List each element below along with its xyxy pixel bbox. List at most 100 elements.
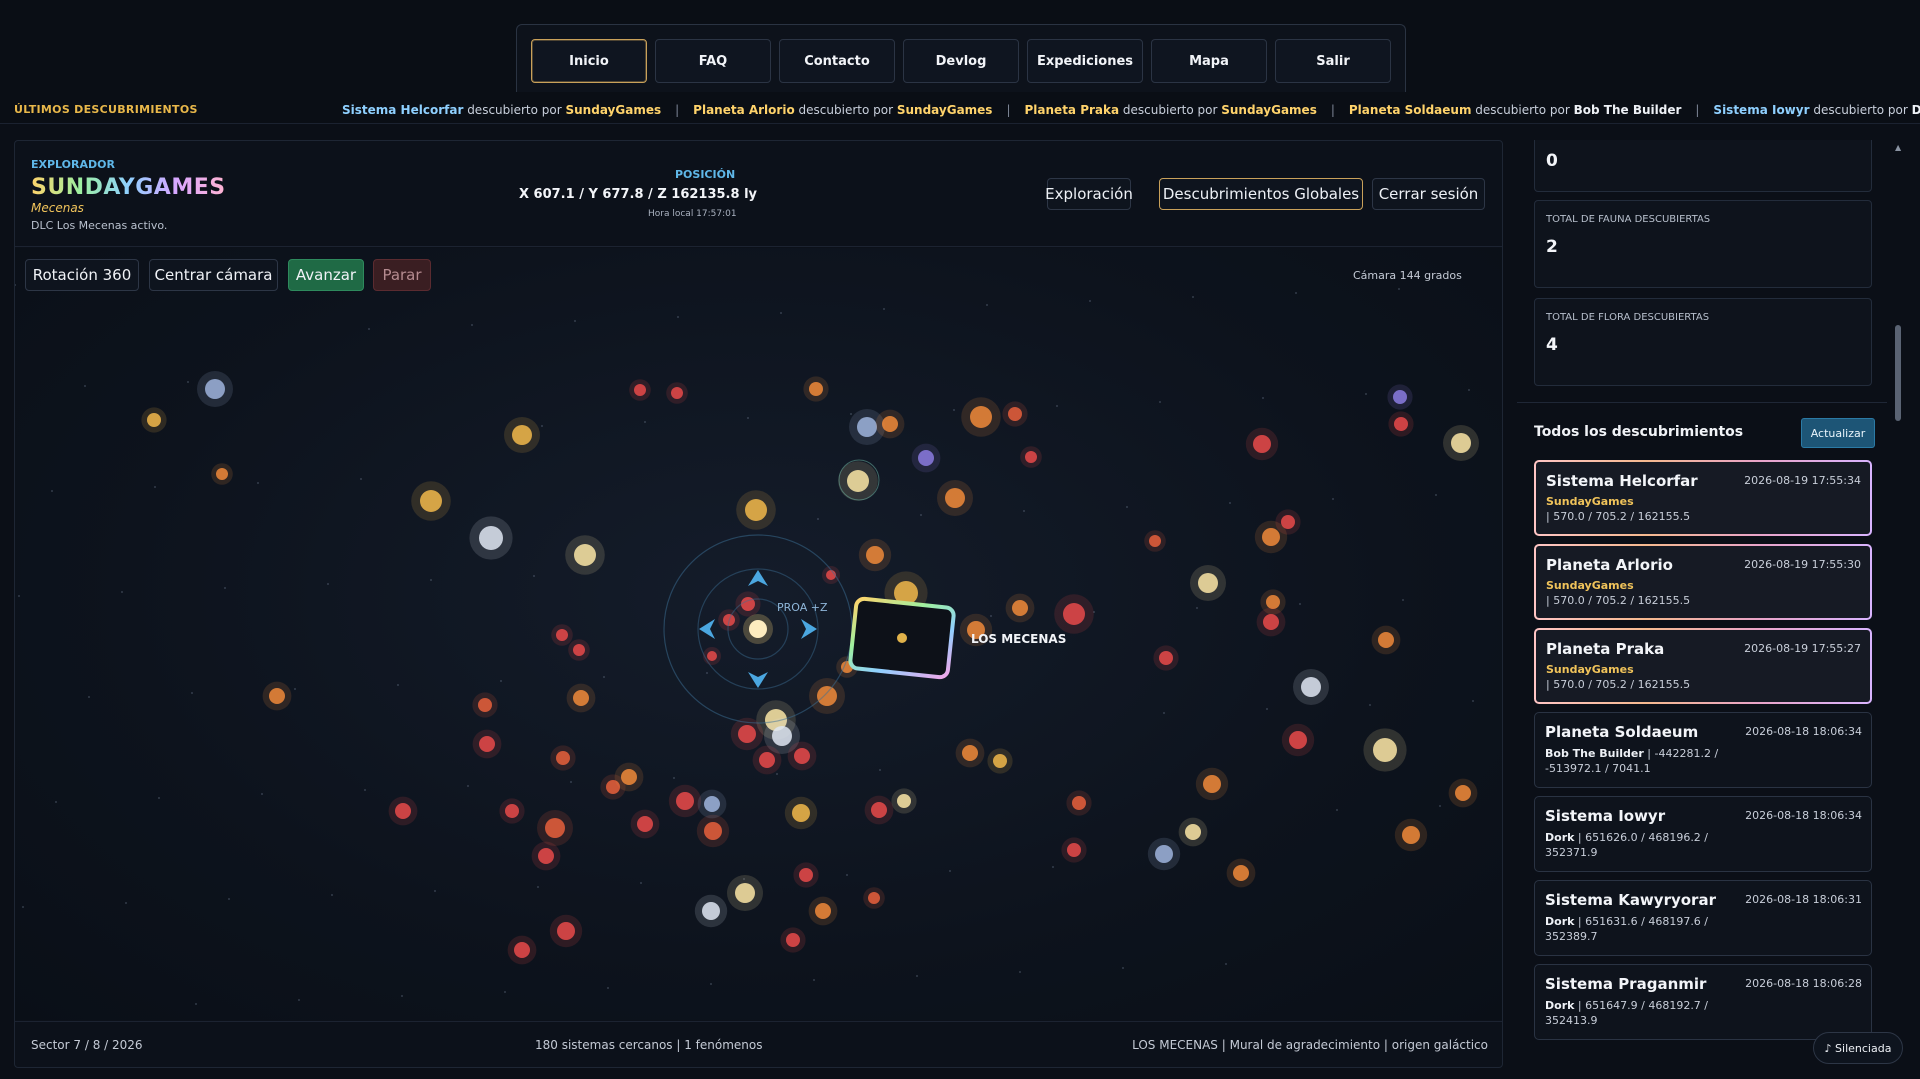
star-system[interactable] bbox=[815, 903, 831, 919]
discovery-card[interactable]: Planeta Praka 2026-08-19 17:55:27 SundayGa… bbox=[1534, 628, 1872, 704]
star-system[interactable] bbox=[704, 822, 722, 840]
nav-salir[interactable]: Salir bbox=[1275, 39, 1391, 83]
star-system[interactable] bbox=[894, 581, 918, 605]
star-system[interactable] bbox=[1233, 865, 1249, 881]
star-system[interactable] bbox=[826, 570, 836, 580]
star-system[interactable] bbox=[945, 488, 965, 508]
star-system[interactable] bbox=[1378, 632, 1394, 648]
star-system[interactable] bbox=[420, 490, 442, 512]
star-system[interactable] bbox=[759, 752, 775, 768]
global-discoveries-button[interactable]: Descubrimientos Globales bbox=[1159, 178, 1363, 210]
rotate-360-button[interactable]: Rotación 360 bbox=[25, 259, 139, 291]
discovery-card[interactable]: Sistema Kawyryorar 2026-08-18 18:06:31 Dor… bbox=[1534, 880, 1872, 956]
star-system[interactable] bbox=[1301, 677, 1321, 697]
star-system[interactable] bbox=[962, 745, 978, 761]
star-system[interactable] bbox=[671, 387, 683, 399]
star-system[interactable] bbox=[1451, 433, 1471, 453]
star-system[interactable] bbox=[993, 754, 1007, 768]
star-system[interactable] bbox=[702, 902, 720, 920]
star-system[interactable] bbox=[545, 818, 565, 838]
star-system[interactable] bbox=[1402, 826, 1420, 844]
scroll-thumb[interactable] bbox=[1895, 325, 1901, 421]
star-system[interactable] bbox=[556, 629, 568, 641]
star-system[interactable] bbox=[897, 794, 911, 808]
star-system[interactable] bbox=[479, 736, 495, 752]
star-system[interactable] bbox=[573, 690, 589, 706]
star-system[interactable] bbox=[772, 726, 792, 746]
discovery-card[interactable]: Sistema Helcorfar 2026-08-19 17:55:34 Sund… bbox=[1534, 460, 1872, 536]
star-system[interactable] bbox=[1263, 614, 1279, 630]
star-system[interactable] bbox=[1262, 528, 1280, 546]
star-system[interactable] bbox=[1008, 407, 1022, 421]
star-system[interactable] bbox=[1393, 390, 1407, 404]
star-system[interactable] bbox=[269, 688, 285, 704]
star-system[interactable] bbox=[557, 922, 575, 940]
star-system[interactable] bbox=[1159, 651, 1173, 665]
star-system[interactable] bbox=[1266, 595, 1280, 609]
star-system[interactable] bbox=[857, 417, 877, 437]
forward-button[interactable]: Avanzar bbox=[288, 259, 364, 291]
discovery-card[interactable]: Sistema Praganmir 2026-08-18 18:06:28 Dork… bbox=[1534, 964, 1872, 1040]
star-system[interactable] bbox=[621, 769, 637, 785]
star-system[interactable] bbox=[817, 686, 837, 706]
ticker-item[interactable]: Sistema Iowyr descubierto por Dork bbox=[1713, 103, 1920, 117]
mute-button[interactable]: ♪ Silenciada bbox=[1813, 1032, 1903, 1064]
star-system[interactable] bbox=[512, 425, 532, 445]
discovery-card[interactable]: Planeta Arlorio 2026-08-19 17:55:30 Sunday… bbox=[1534, 544, 1872, 620]
discovery-card[interactable]: Sistema Iowyr 2026-08-18 18:06:34 Dork | 6… bbox=[1534, 796, 1872, 872]
nav-faq[interactable]: FAQ bbox=[655, 39, 771, 83]
star-system[interactable] bbox=[809, 382, 823, 396]
star-system[interactable] bbox=[886, 621, 902, 637]
star-system[interactable] bbox=[738, 725, 756, 743]
star-system[interactable] bbox=[1067, 843, 1081, 857]
refresh-button[interactable]: Actualizar bbox=[1801, 418, 1875, 448]
nav-devlog[interactable]: Devlog bbox=[903, 39, 1019, 83]
star-system[interactable] bbox=[1012, 600, 1028, 616]
sidebar-scrollbar[interactable]: ▲ bbox=[1893, 140, 1903, 1079]
star-system[interactable] bbox=[1185, 824, 1201, 840]
star-system[interactable] bbox=[1289, 731, 1307, 749]
nav-mapa[interactable]: Mapa bbox=[1151, 39, 1267, 83]
star-system[interactable] bbox=[1198, 573, 1218, 593]
star-system[interactable] bbox=[538, 848, 554, 864]
star-system[interactable] bbox=[735, 883, 755, 903]
star-system[interactable] bbox=[573, 644, 585, 656]
stop-button[interactable]: Parar bbox=[373, 259, 431, 291]
star-system[interactable] bbox=[479, 526, 503, 550]
star-system[interactable] bbox=[676, 792, 694, 810]
star-system[interactable] bbox=[707, 651, 717, 661]
star-system[interactable] bbox=[505, 804, 519, 818]
star-system[interactable] bbox=[794, 748, 810, 764]
nav-contacto[interactable]: Contacto bbox=[779, 39, 895, 83]
star-system[interactable] bbox=[1155, 845, 1173, 863]
star-system[interactable] bbox=[1025, 451, 1037, 463]
star-system[interactable] bbox=[970, 406, 992, 428]
star-system[interactable] bbox=[1149, 535, 1161, 547]
star-system[interactable] bbox=[841, 661, 853, 673]
star-system[interactable] bbox=[634, 384, 646, 396]
star-map[interactable]: Rotación 360 Centrar cámara Avanzar Para… bbox=[15, 248, 1502, 1020]
logout-button[interactable]: Cerrar sesión bbox=[1372, 178, 1485, 210]
ticker-item[interactable]: Planeta Arlorio descubierto por SundayGa… bbox=[693, 103, 992, 117]
star-system[interactable] bbox=[216, 468, 228, 480]
nav-expediciones[interactable]: Expediciones bbox=[1027, 39, 1143, 83]
star-system[interactable] bbox=[786, 933, 800, 947]
star-system[interactable] bbox=[574, 544, 596, 566]
star-system[interactable] bbox=[637, 816, 653, 832]
star-system[interactable] bbox=[147, 413, 161, 427]
star-system[interactable] bbox=[871, 802, 887, 818]
star-system[interactable] bbox=[745, 499, 767, 521]
star-system[interactable] bbox=[1072, 796, 1086, 810]
star-system[interactable] bbox=[847, 470, 869, 492]
ticker-item[interactable]: Planeta Praka descubierto por SundayGame… bbox=[1025, 103, 1317, 117]
star-system[interactable] bbox=[556, 751, 570, 765]
star-system[interactable] bbox=[1063, 603, 1085, 625]
star-system[interactable] bbox=[478, 698, 492, 712]
star-system[interactable] bbox=[1455, 785, 1471, 801]
star-system[interactable] bbox=[1203, 775, 1221, 793]
star-system[interactable] bbox=[1373, 738, 1397, 762]
ticker-item[interactable]: Planeta Soldaeum descubierto por Bob The… bbox=[1349, 103, 1681, 117]
star-system[interactable] bbox=[723, 614, 735, 626]
scroll-up-icon[interactable]: ▲ bbox=[1895, 143, 1901, 152]
star-system[interactable] bbox=[514, 942, 530, 958]
